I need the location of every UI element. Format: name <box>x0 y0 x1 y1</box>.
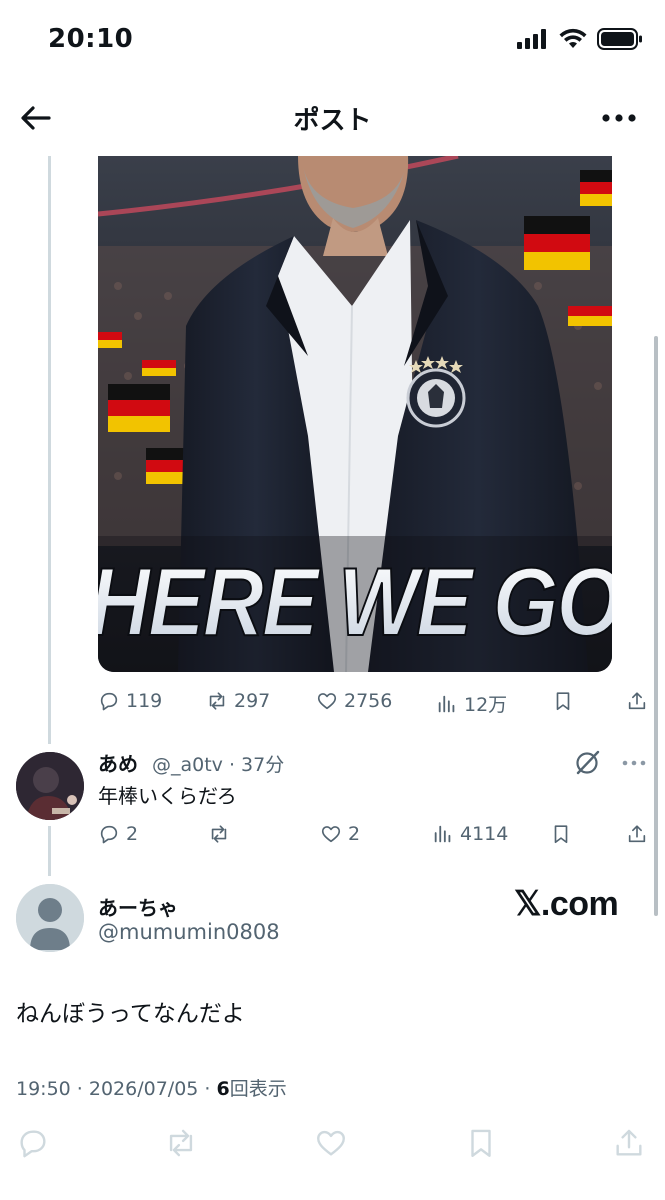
post-media-image[interactable]: HERE WE GO <box>98 156 612 672</box>
like-count: 2 <box>348 823 361 845</box>
main-display-name[interactable]: あーちゃ <box>98 892 178 921</box>
watermark: 𝕏.com <box>514 885 619 923</box>
share-icon[interactable] <box>612 1126 646 1160</box>
status-time: 20:10 <box>48 24 134 54</box>
share-icon <box>628 692 646 710</box>
repost-count: 297 <box>234 690 271 712</box>
page-title: ポスト <box>293 106 372 136</box>
bookmark-icon <box>556 692 570 711</box>
reply-display-name[interactable]: あめ <box>98 748 138 777</box>
bookmark-icon[interactable] <box>464 1126 498 1160</box>
views-count: 4114 <box>460 823 509 845</box>
thread-line <box>48 826 51 876</box>
reply-count: 2 <box>126 823 139 845</box>
reply-text: 年棒いくらだろ <box>98 784 237 808</box>
views-icon <box>438 695 455 712</box>
like-icon[interactable] <box>314 1126 348 1160</box>
repost-icon <box>209 692 225 710</box>
repost-button[interactable] <box>208 823 230 845</box>
view-count: 6 <box>216 1078 230 1100</box>
thread-line <box>48 156 51 744</box>
status-icons <box>517 28 643 50</box>
bookmark-button[interactable] <box>552 690 574 712</box>
reply-icon <box>100 692 118 711</box>
more-icon[interactable] <box>622 760 646 766</box>
views-icon <box>434 825 451 843</box>
main-post-text: ねんぼうってなんだよ <box>16 1001 245 1027</box>
repost-icon <box>211 825 227 843</box>
wifi-icon <box>559 28 587 48</box>
reply-count: 119 <box>126 690 163 712</box>
scrollbar[interactable] <box>654 336 658 916</box>
more-icon[interactable] <box>601 112 637 124</box>
reply-button[interactable]: 2 <box>98 823 138 845</box>
like-button[interactable]: 2756 <box>316 690 392 712</box>
battery-icon <box>597 28 642 50</box>
timestamp: 19:50 · 2026/07/05 · <box>16 1078 217 1100</box>
reply-icon[interactable] <box>16 1126 50 1160</box>
like-icon <box>321 826 341 843</box>
view-label: 回表示 <box>229 1078 287 1100</box>
share-button[interactable] <box>626 823 648 845</box>
reply-icon <box>100 825 118 844</box>
bookmark-button[interactable] <box>550 823 572 845</box>
share-icon <box>628 825 646 843</box>
share-button[interactable] <box>626 690 648 712</box>
views-button[interactable]: 12万 <box>436 690 507 717</box>
repost-icon[interactable] <box>164 1126 198 1160</box>
main-handle[interactable]: @mumumin0808 <box>98 920 280 944</box>
reply-handle-time[interactable]: @_a0tv · 37分 <box>152 750 284 777</box>
views-count: 12万 <box>464 694 508 716</box>
repost-button[interactable]: 297 <box>206 690 270 712</box>
like-button[interactable]: 2 <box>320 823 360 845</box>
media-overlay-text: HERE WE GO <box>98 549 612 656</box>
signal-icon <box>517 29 546 49</box>
like-count: 2756 <box>344 690 393 712</box>
grok-icon[interactable] <box>574 748 602 776</box>
avatar[interactable] <box>16 884 84 952</box>
bookmark-icon <box>554 825 568 844</box>
views-button[interactable]: 4114 <box>432 823 508 845</box>
avatar[interactable] <box>16 752 84 820</box>
reply-button[interactable]: 119 <box>98 690 162 712</box>
like-icon <box>317 693 337 710</box>
post-timestamp[interactable]: 19:50 · 2026/07/05 · 6回表示 <box>16 1074 287 1101</box>
